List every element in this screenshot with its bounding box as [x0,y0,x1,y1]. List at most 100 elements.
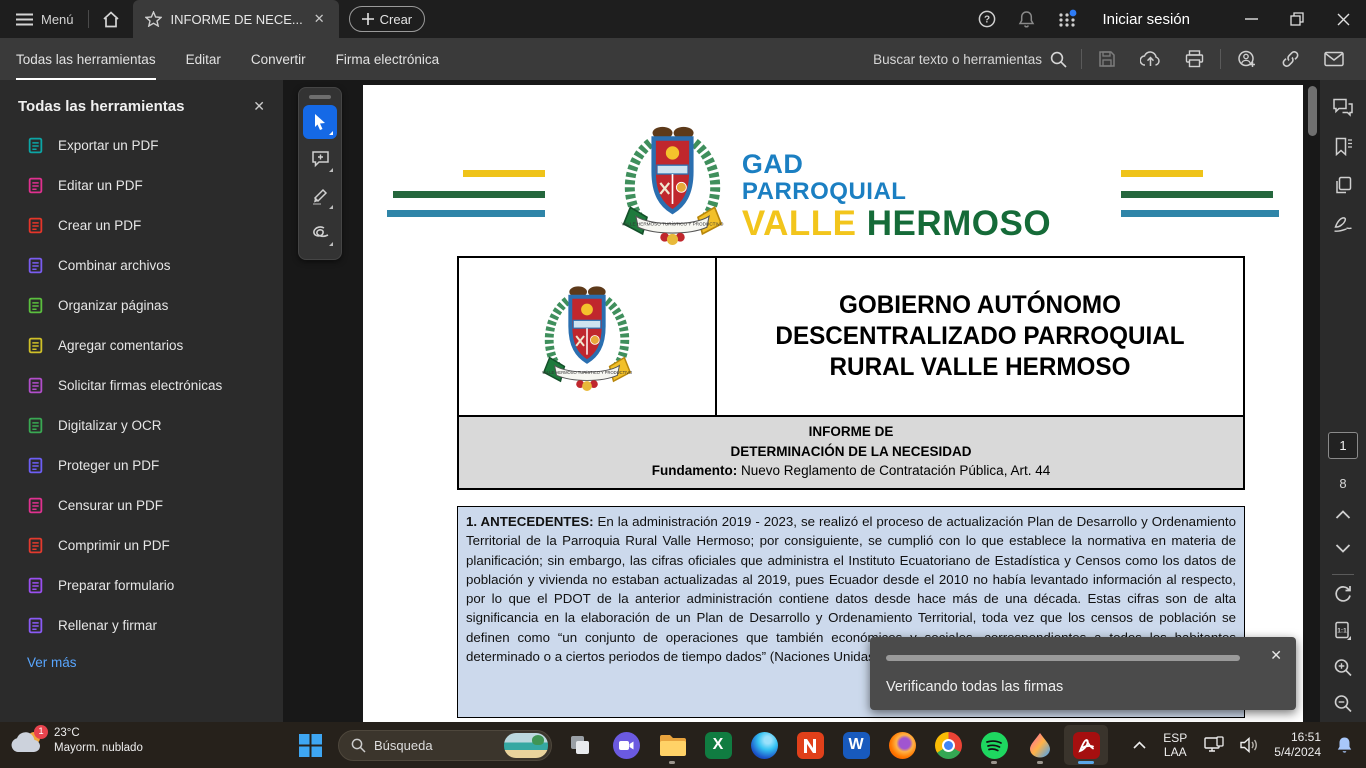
tab-esign[interactable]: Firma electrónica [336,38,440,80]
vertical-scrollbar[interactable] [1308,86,1317,716]
hamburger-icon [16,13,33,26]
taskbar-app-chrome[interactable] [926,725,970,765]
home-button[interactable] [89,11,133,28]
language-indicator[interactable]: ESP LAA [1157,731,1193,760]
tool-item[interactable]: Rellenar y firmar [0,605,283,645]
create-button[interactable]: Crear [349,6,426,32]
wordmark-hermoso: HERMOSO [857,204,1052,243]
tool-item[interactable]: Crear un PDF [0,205,283,245]
drag-handle[interactable] [309,95,331,99]
pages-icon [1334,176,1352,195]
taskbar-app-chat[interactable] [604,725,648,765]
bookmarks-panel-button[interactable] [1334,137,1353,156]
taskbar-search[interactable]: Búsqueda [338,730,552,761]
tool-doc-icon [27,217,44,234]
document-tab[interactable]: INFORME DE NECE... ✕ [133,0,339,38]
window-restore-button[interactable] [1274,0,1320,38]
tool-item[interactable]: Exportar un PDF [0,125,283,165]
search-tools-button[interactable]: Buscar texto o herramientas [873,51,1077,68]
tool-item[interactable]: Organizar páginas [0,285,283,325]
taskbar-app-firefox[interactable] [880,725,924,765]
notifications-button[interactable] [1007,10,1046,28]
main-toolbar: Todas las herramientas Editar Convertir … [0,38,1366,80]
running-indicator [1037,761,1043,764]
running-indicator [669,761,675,764]
volume-button[interactable] [1235,737,1264,753]
toast-close-icon[interactable]: ✕ [1270,647,1282,664]
sign-in-button[interactable]: Iniciar sesión [1102,11,1190,28]
select-tool-button[interactable] [303,105,337,139]
wordmark-valle: VALLE [742,204,857,243]
window-close-button[interactable] [1320,0,1366,38]
taskbar-app-nitro-pdf[interactable] [788,725,832,765]
tool-item[interactable]: Comprimir un PDF [0,525,283,565]
taskbar-app-word[interactable]: W [834,725,878,765]
task-view-button[interactable] [558,725,602,765]
tool-doc-icon [27,177,44,194]
network-button[interactable] [1199,736,1229,754]
taskbar-app-excel[interactable]: X [696,725,740,765]
tab-edit[interactable]: Editar [186,38,221,80]
share-with-person-button[interactable] [1225,50,1269,68]
clock-widget[interactable]: 16:51 5/4/2024 [1270,730,1325,760]
signatures-panel-button[interactable] [1333,215,1354,233]
document-viewport[interactable]: GAD PARROQUIAL VALLE HERMOSO GOBIERNO AU… [283,80,1320,722]
add-comment-tool-button[interactable] [303,142,337,176]
printer-icon [1185,50,1204,68]
zoom-in-button[interactable] [1334,658,1353,677]
dropdown-corner [329,242,333,246]
tools-panel-close-icon[interactable]: ✕ [253,98,265,115]
chevron-up-icon [1336,510,1351,519]
taskbar-app-file-explorer[interactable] [650,725,694,765]
signature-verification-toast: ✕ Verificando todas las firmas [870,637,1296,710]
taskbar-app-spotify[interactable] [972,725,1016,765]
save-button[interactable] [1086,50,1128,68]
signature-tool-button[interactable] [303,216,337,250]
tab-close-icon[interactable]: ✕ [312,11,327,27]
tool-item[interactable]: Proteger un PDF [0,445,283,485]
tool-item[interactable]: Preparar formulario [0,565,283,605]
chevron-up-icon [1133,741,1146,749]
taskbar-app-droplet[interactable] [1018,725,1062,765]
tool-item[interactable]: Solicitar firmas electrónicas [0,365,283,405]
scrollbar-thumb[interactable] [1308,86,1317,136]
previous-page-button[interactable] [1336,510,1351,519]
highlight-tool-button[interactable] [303,179,337,213]
link-button[interactable] [1269,50,1312,68]
actual-size-button[interactable]: 1:1 [1334,621,1353,641]
droplet-app-icon [1029,732,1051,758]
current-page-input[interactable]: 1 [1328,432,1358,459]
tab-convert[interactable]: Convertir [251,38,306,80]
close-icon [1337,13,1350,26]
zoom-out-button[interactable] [1334,694,1353,713]
see-more-link[interactable]: Ver más [0,645,77,670]
start-button[interactable] [288,725,332,765]
apps-grid-button[interactable] [1046,9,1088,29]
email-button[interactable] [1312,51,1356,67]
next-page-button[interactable] [1336,544,1351,553]
menu-button[interactable]: Menú [0,12,88,27]
help-button[interactable]: ? [967,10,1007,28]
weather-widget[interactable]: 1 23°C Mayorm. nublado [10,726,143,756]
tray-expand-button[interactable] [1128,741,1151,749]
tool-item-label: Combinar archivos [58,258,171,273]
page-thumbnails-button[interactable] [1334,176,1352,195]
window-minimize-button[interactable] [1228,0,1274,38]
taskbar-app-edge[interactable] [742,725,786,765]
tab-all-tools[interactable]: Todas las herramientas [16,38,156,80]
upload-cloud-button[interactable] [1128,50,1173,68]
dropdown-corner [329,168,333,172]
tool-item[interactable]: Digitalizar y OCR [0,405,283,445]
search-label: Buscar texto o herramientas [873,52,1042,67]
rotate-page-button[interactable] [1334,584,1353,603]
tool-item[interactable]: Agregar comentarios [0,325,283,365]
tool-item[interactable]: Censurar un PDF [0,485,283,525]
tool-item[interactable]: Editar un PDF [0,165,283,205]
notification-center-button[interactable] [1331,736,1358,754]
comments-panel-button[interactable] [1333,98,1354,117]
tool-item[interactable]: Combinar archivos [0,245,283,285]
marker-pen-icon [311,187,330,205]
print-button[interactable] [1173,50,1216,68]
taskbar-app-acrobat[interactable] [1064,725,1108,765]
comments-icon [1333,98,1354,117]
